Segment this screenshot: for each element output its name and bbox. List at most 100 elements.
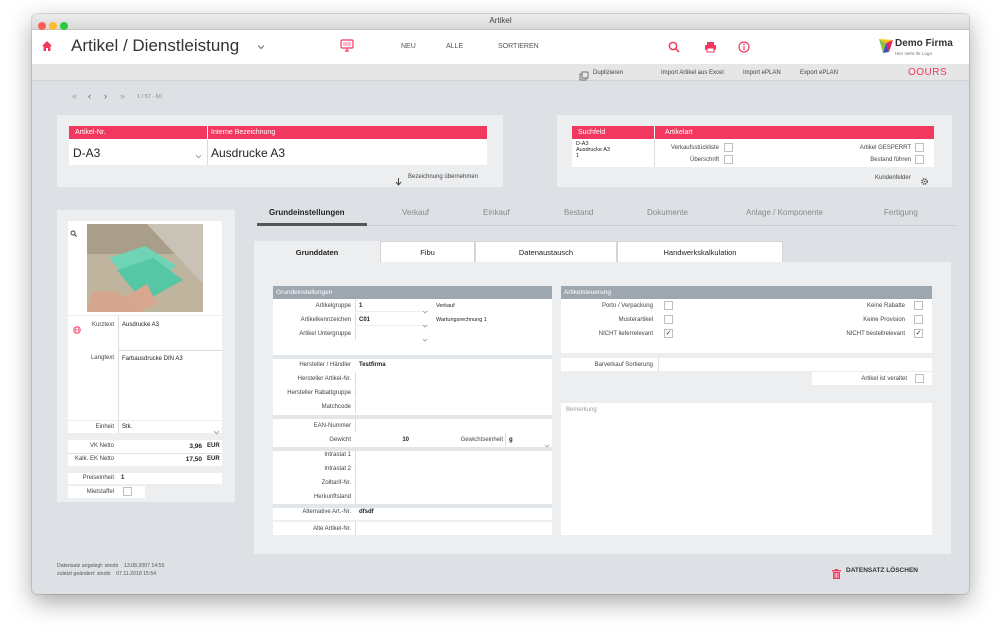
duplicate-button[interactable]: Duplizieren <box>593 70 623 76</box>
search-line-3: 1 <box>576 153 580 159</box>
weight-value[interactable]: 10 <box>373 437 409 443</box>
tab-production[interactable]: Fertigung <box>884 208 918 217</box>
divider-1 <box>273 355 552 359</box>
ek-net-value[interactable]: 17,50 <box>178 456 202 463</box>
sample-checkbox[interactable] <box>664 315 673 324</box>
internal-name-input[interactable]: Ausdrucke A3 <box>207 139 487 165</box>
origin-country-input[interactable] <box>355 491 552 504</box>
article-no-select[interactable]: D-A3 <box>69 139 207 165</box>
vk-net-label: VK Netto <box>89 443 114 449</box>
vk-net-value[interactable]: 3,96 <box>178 443 202 450</box>
first-record-icon[interactable]: « <box>72 91 77 101</box>
changed-date: 07.11.2018 15:54 <box>116 571 157 577</box>
unit-row: Einheit Stk. <box>68 421 222 435</box>
created-date: 13.08.2007 14:55 <box>123 563 165 569</box>
unit-select[interactable]: Stk. <box>118 421 222 435</box>
duplicate-icon[interactable] <box>579 68 589 86</box>
manufacturer-article-no-input[interactable] <box>355 372 552 385</box>
sort-button[interactable]: SORTIEREN <box>498 43 539 50</box>
tab-stock[interactable]: Bestand <box>564 208 593 217</box>
unit-value: Stk. <box>122 424 133 430</box>
new-button[interactable]: NEU <box>401 43 416 50</box>
tab-basic-settings[interactable]: Grundeinstellungen <box>269 208 345 217</box>
unit-label: Einheit <box>95 424 114 430</box>
arrow-down-icon[interactable] <box>395 173 402 191</box>
short-text-value: Ausdrucke A3 <box>122 322 160 328</box>
home-icon[interactable] <box>41 39 53 57</box>
not-orderable-checkbox[interactable]: ✓ <box>914 329 923 338</box>
page-title: Artikel / Dienstleistung <box>71 36 240 55</box>
short-text-input[interactable]: Ausdrucke A3 <box>118 316 222 350</box>
title-chevron-down-icon[interactable] <box>256 39 266 57</box>
obsolete-checkbox[interactable] <box>915 374 924 383</box>
last-record-icon[interactable]: » <box>120 91 125 101</box>
manufacturer-value[interactable]: Testfirma <box>359 362 386 368</box>
article-image-box[interactable] <box>68 221 222 315</box>
take-over-name-button[interactable]: Bezeichnung übernehmen <box>408 174 478 180</box>
alt-article-no-value[interactable]: dfsdf <box>359 509 374 515</box>
short-text-label: Kurztext <box>91 322 114 328</box>
import-excel-button[interactable]: Import Artikel aus Excel <box>661 70 724 76</box>
article-subgroup-select[interactable] <box>355 327 429 342</box>
search-field-input[interactable]: D-A3 Ausdrucke A3 1 <box>572 139 654 167</box>
price-divider <box>68 453 222 454</box>
basic-settings-header: Grundeinstellungen <box>273 286 552 299</box>
tab-asset-component[interactable]: Anlage / Komponente <box>746 208 823 217</box>
blocked-checkbox[interactable] <box>915 143 924 152</box>
long-text-input[interactable]: Farbausdrucke DIN A3 <box>118 350 222 420</box>
porto-checkbox[interactable] <box>664 301 673 310</box>
monitor-icon[interactable] <box>340 39 354 57</box>
alt-article-no-label: Alternative Art.-Nr. <box>302 509 351 515</box>
article-code-description: Wartungsrechnung 1 <box>436 317 487 323</box>
price-unit-value[interactable]: 1 <box>121 475 124 481</box>
manufacturer-rebate-input[interactable] <box>355 386 552 399</box>
customs-tariff-input[interactable] <box>355 477 552 490</box>
zoom-icon[interactable] <box>70 224 77 242</box>
customer-fields-button[interactable]: Kundenfelder <box>875 175 911 181</box>
no-discount-checkbox[interactable] <box>914 301 923 310</box>
print-icon[interactable] <box>704 40 717 58</box>
article-subgroup-chevron-down-icon <box>422 330 428 348</box>
trash-icon[interactable] <box>832 566 841 584</box>
article-code-select[interactable]: C01 <box>355 313 429 328</box>
subtab-accounting[interactable]: Fibu <box>380 241 475 262</box>
delete-record-button[interactable]: DATENSATZ LÖSCHEN <box>846 567 918 574</box>
tab-documents[interactable]: Dokumente <box>647 208 688 217</box>
not-deliverable-checkbox[interactable]: ✓ <box>664 329 673 338</box>
customs-tariff-label: Zolltarif-Nr. <box>321 480 351 486</box>
intrastat-1-input[interactable] <box>355 449 552 462</box>
intrastat-1-label: Intrastat 1 <box>324 452 351 458</box>
ean-input[interactable] <box>355 419 552 432</box>
no-commission-checkbox[interactable] <box>914 315 923 324</box>
intrastat-2-input[interactable] <box>355 463 552 476</box>
previous-record-icon[interactable]: ‹ <box>88 91 91 101</box>
heading-checkbox[interactable] <box>724 155 733 164</box>
cash-sort-input[interactable] <box>658 358 932 371</box>
remark-label: Bemerkung <box>566 407 597 413</box>
tab-sales[interactable]: Verkauf <box>402 208 429 217</box>
sales-bom-checkbox[interactable] <box>724 143 733 152</box>
info-icon[interactable] <box>738 40 750 58</box>
globe-icon[interactable] <box>73 321 81 339</box>
weight-unit-select[interactable]: g <box>505 433 552 448</box>
remark-textarea[interactable]: Bemerkung <box>561 403 932 535</box>
origin-country-label: Herkunftsland <box>313 494 351 500</box>
rental-checkbox[interactable] <box>123 487 132 496</box>
all-button[interactable]: ALLE <box>446 43 463 50</box>
next-record-icon[interactable]: › <box>104 91 107 101</box>
import-eplan-button[interactable]: Import ePLAN <box>743 70 781 76</box>
export-eplan-button[interactable]: Export ePLAN <box>800 70 838 76</box>
internal-name-value: Ausdrucke A3 <box>211 146 286 160</box>
no-discount-label: Keine Rabatte <box>866 303 905 309</box>
article-group-select[interactable]: 1 <box>355 299 429 314</box>
subtab-data-exchange[interactable]: Datenaustausch <box>475 241 617 262</box>
gear-icon[interactable] <box>920 173 929 191</box>
manage-stock-checkbox[interactable] <box>915 155 924 164</box>
tab-purchase[interactable]: Einkauf <box>483 208 510 217</box>
subtab-craft-calculation[interactable]: Handwerkskalkulation <box>617 241 783 262</box>
subtab-basic-data[interactable]: Grunddaten <box>254 241 380 263</box>
old-article-no-input[interactable] <box>355 522 552 535</box>
obsolete-label: Artikel ist veraltet <box>861 376 907 382</box>
matchcode-input[interactable] <box>355 400 552 413</box>
search-icon[interactable] <box>668 40 680 58</box>
